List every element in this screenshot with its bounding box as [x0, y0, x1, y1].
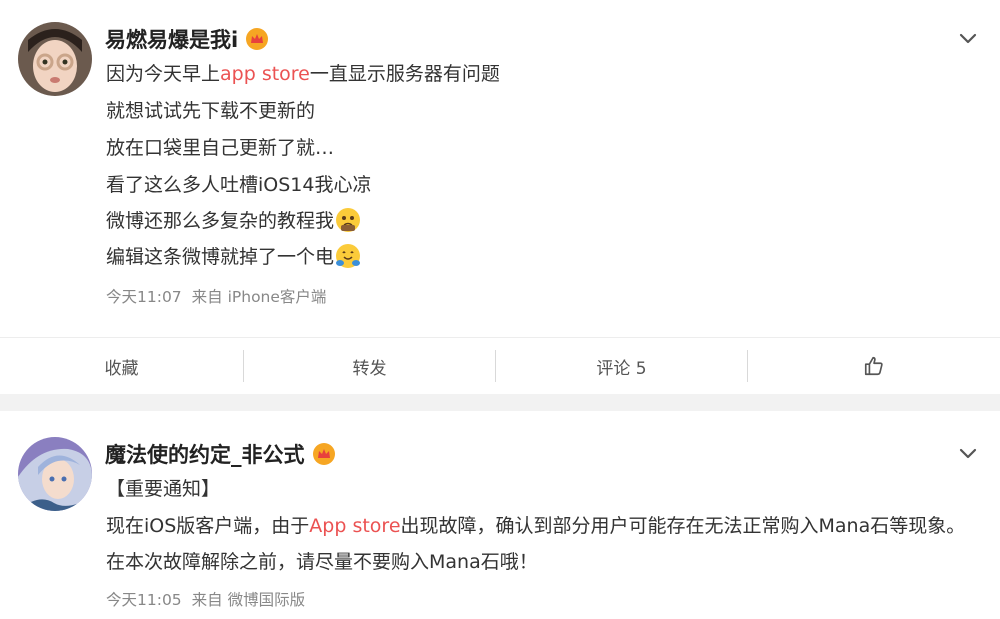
- text-segment: 编辑这条微博就掉了一个电: [106, 246, 335, 268]
- post-body: 现在iOS版客户端，由于App store出现故障，确认到部分用户可能存在无法正…: [106, 508, 966, 580]
- username[interactable]: 易燃易爆是我i: [105, 24, 269, 54]
- text-segment: 因为今天早上: [106, 63, 221, 85]
- post-meta: 今天11:07 来自 iPhone客户端: [106, 285, 326, 307]
- thumbs-up-icon: [864, 356, 883, 376]
- text-segment: 现在iOS版客户端，由于: [106, 515, 310, 537]
- pleading-face-icon: [336, 208, 361, 232]
- like-button[interactable]: [748, 338, 1000, 394]
- text-segment: 一直显示服务器有问题: [309, 63, 500, 85]
- post-meta: 今天11:05 来自 微博国际版: [106, 588, 305, 610]
- crown-badge-icon: [246, 28, 269, 50]
- notice-heading: 【重要通知】: [106, 478, 221, 500]
- favorite-label: 收藏: [104, 358, 139, 379]
- post-text-line: 放在口袋里自己更新了就…: [106, 137, 335, 159]
- crown-badge-icon: [312, 443, 335, 465]
- username-text[interactable]: 易燃易爆是我i: [105, 24, 238, 54]
- post-text-line: 看了这么多人吐槽iOS14我心凉: [106, 174, 372, 196]
- action-bar: 收藏 转发 评论 5: [0, 337, 1000, 394]
- source: 来自 iPhone客户端: [191, 288, 327, 306]
- timestamp: 今天11:05: [106, 591, 182, 609]
- chevron-down-icon[interactable]: [956, 26, 980, 50]
- timestamp: 今天11:07: [106, 288, 182, 306]
- post-card-1: 易燃易爆是我i 因为今天早上app store一直显示服务器有问题 就想试试先下…: [0, 0, 1000, 394]
- text-segment: 微博还那么多复杂的教程我: [106, 210, 335, 232]
- app-store-link[interactable]: App store: [309, 515, 400, 537]
- app-store-link[interactable]: app store: [220, 63, 310, 85]
- comment-label: 评论 5: [596, 358, 647, 379]
- post-text-line: 就想试试先下载不更新的: [106, 100, 316, 122]
- avatar[interactable]: [18, 437, 92, 511]
- post-text-line: 微博还那么多复杂的教程我: [106, 208, 361, 234]
- username[interactable]: 魔法使的约定_非公式: [105, 439, 335, 469]
- hugging-face-icon: [336, 244, 361, 268]
- chevron-down-icon[interactable]: [956, 441, 980, 465]
- repost-button[interactable]: 转发: [244, 338, 495, 394]
- post-text-line: 编辑这条微博就掉了一个电: [106, 244, 361, 270]
- comment-button[interactable]: 评论 5: [496, 338, 747, 394]
- post-card-2: 魔法使的约定_非公式 【重要通知】 现在iOS版客户端，由于App store出…: [0, 411, 1000, 619]
- avatar[interactable]: [18, 22, 92, 96]
- username-text[interactable]: 魔法使的约定_非公式: [105, 439, 305, 469]
- repost-label: 转发: [352, 358, 387, 379]
- source: 来自 微博国际版: [191, 591, 306, 609]
- favorite-button[interactable]: 收藏: [0, 338, 243, 394]
- post-text-line: 因为今天早上app store一直显示服务器有问题: [106, 61, 500, 87]
